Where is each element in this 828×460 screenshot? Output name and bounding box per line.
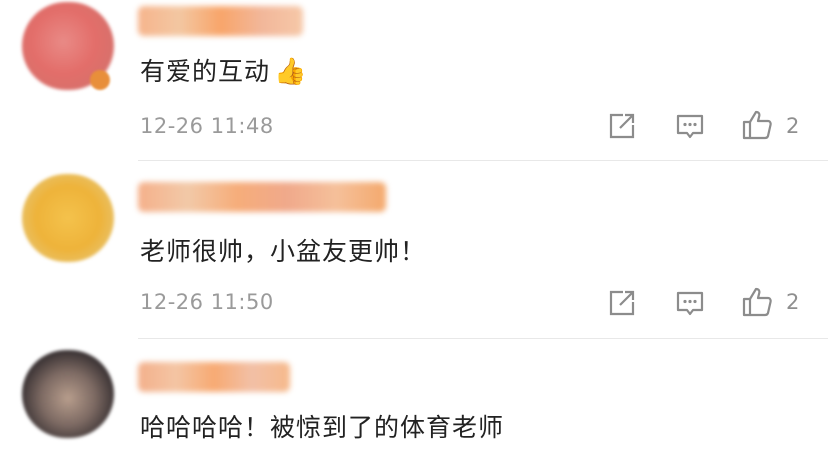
username-blurred[interactable] [138,6,303,36]
username-blurred[interactable] [138,362,290,392]
avatar[interactable] [22,350,114,438]
comment-time: 12-26 11:48 [140,114,274,138]
comment-text: 老师很帅，小盆友更帅！ [140,237,427,266]
thumbs-up-icon[interactable] [741,109,773,141]
comment-item: 哈哈哈哈！被惊到了的体育老师 [0,338,828,460]
username-blurred[interactable] [138,182,386,212]
comment-icon[interactable] [674,287,706,319]
share-icon[interactable] [606,110,638,142]
avatar-badge [90,70,110,90]
comment-icon[interactable] [674,110,706,142]
comment-text: 哈哈哈哈！被惊到了的体育老师 [140,413,505,442]
comment-item: 有爱的互动 👍 12-26 11:48 2 [0,0,828,160]
comment-time: 12-26 11:50 [140,290,274,314]
comment-item: 老师很帅，小盆友更帅！ 12-26 11:50 2 [0,160,828,338]
like-count: 2 [786,114,800,138]
share-icon[interactable] [606,287,638,319]
comment-text: 有爱的互动 👍 [140,52,307,88]
avatar[interactable] [22,174,114,262]
like-count: 2 [786,290,800,314]
thumbs-up-icon[interactable] [741,286,773,318]
comment-text-content: 有爱的互动 [140,57,271,86]
thumbs-up-emoji: 👍 [274,57,308,87]
